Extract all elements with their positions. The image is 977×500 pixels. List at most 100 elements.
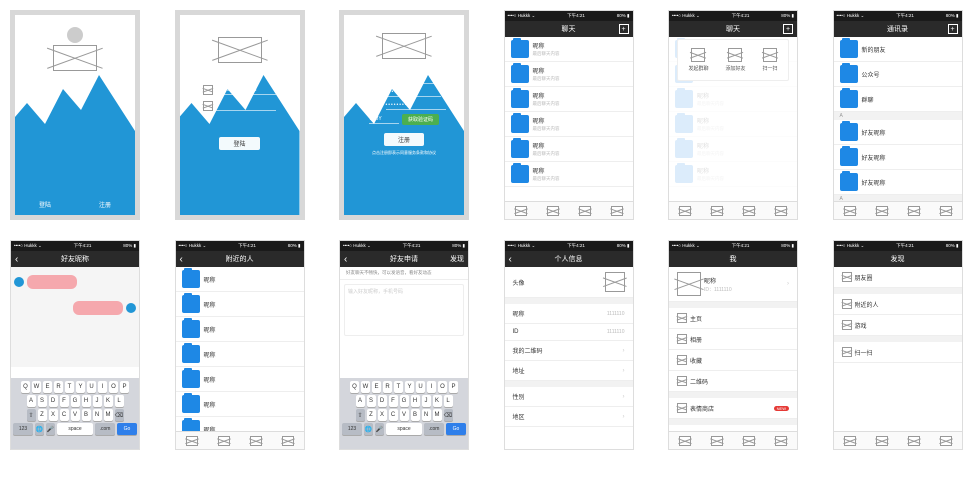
key-E[interactable]: E [43, 381, 52, 393]
chat-list-item[interactable]: 昵称最后聊天内容 [669, 112, 797, 137]
key-go[interactable]: Go [117, 423, 137, 435]
account-field[interactable]: liu3167@163.com [381, 75, 441, 84]
key-delete[interactable]: ⌫ [444, 409, 453, 421]
cell-nearby[interactable]: 附近的人 [834, 294, 962, 315]
nearby-item[interactable]: 昵称 [176, 292, 304, 317]
menu-scan[interactable]: 扫一扫 [762, 48, 777, 72]
key-mic[interactable]: 🎤 [46, 423, 55, 435]
key-globe[interactable]: 🌐 [35, 423, 44, 435]
key-F[interactable]: F [389, 395, 398, 407]
key-N[interactable]: N [422, 409, 431, 421]
confirm-field[interactable]: •••••••• [386, 101, 446, 110]
get-code-button[interactable]: 获取验证码 [402, 114, 439, 125]
key-D[interactable]: D [49, 395, 58, 407]
chat-list-item[interactable]: 昵称最后聊天内容 [505, 37, 633, 62]
key-R[interactable]: R [54, 381, 63, 393]
key-G[interactable]: G [400, 395, 409, 407]
email-field[interactable]: liu3167@163.com [216, 86, 276, 95]
key-V[interactable]: V [71, 409, 80, 421]
key-I[interactable]: I [427, 381, 436, 393]
contacts-top-item[interactable]: 群聊 [834, 87, 962, 112]
key-F[interactable]: F [60, 395, 69, 407]
tab-contacts[interactable] [537, 202, 569, 219]
key-T[interactable]: T [65, 381, 74, 393]
cell-qrcode[interactable]: 二维码 [669, 371, 797, 392]
self-avatar[interactable] [126, 303, 136, 313]
cell-address[interactable]: 地址› [505, 361, 633, 381]
cell-homepage[interactable]: 主页 [669, 308, 797, 329]
key-U[interactable]: U [416, 381, 425, 393]
key-mic[interactable]: 🎤 [375, 423, 384, 435]
key-123[interactable]: 123 [342, 423, 362, 435]
back-button[interactable] [505, 251, 516, 267]
password-field[interactable] [216, 102, 276, 111]
chat-list-item[interactable]: 昵称最后聊天内容 [505, 137, 633, 162]
key-G[interactable]: G [71, 395, 80, 407]
add-icon[interactable] [783, 24, 793, 34]
menu-group-chat[interactable]: 发起群聊 [688, 48, 708, 72]
back-button[interactable] [11, 251, 22, 267]
key-V[interactable]: V [400, 409, 409, 421]
key-C[interactable]: C [389, 409, 398, 421]
key-O[interactable]: O [438, 381, 447, 393]
key-shift[interactable]: ⇧ [356, 409, 365, 421]
chat-list-item[interactable]: 昵称最后聊天内容 [669, 87, 797, 112]
back-button[interactable] [340, 251, 351, 267]
key-K[interactable]: K [104, 395, 113, 407]
key-space[interactable]: space [386, 423, 422, 435]
register-button[interactable]: 注册 [99, 200, 111, 209]
nearby-item[interactable]: 昵称 [176, 392, 304, 417]
password-field[interactable]: •••••••• [381, 88, 441, 97]
key-delete[interactable]: ⌫ [115, 409, 124, 421]
key-L[interactable]: L [444, 395, 453, 407]
friend-avatar[interactable] [14, 277, 24, 287]
tab-chat[interactable] [505, 202, 537, 219]
key-123[interactable]: 123 [13, 423, 33, 435]
key-com[interactable]: .com [424, 423, 444, 435]
cell-moments[interactable]: 朋友圈 [834, 267, 962, 288]
chat-list-item[interactable]: 昵称最后聊天内容 [669, 162, 797, 187]
tab-me[interactable] [601, 202, 633, 219]
key-H[interactable]: H [411, 395, 420, 407]
nearby-item[interactable]: 昵称 [176, 317, 304, 342]
contacts-top-item[interactable]: 新的朋友 [834, 37, 962, 62]
discover-link[interactable]: 发现 [446, 251, 468, 267]
key-P[interactable]: P [449, 381, 458, 393]
chat-list-item[interactable]: 昵称最后聊天内容 [505, 112, 633, 137]
key-E[interactable]: E [372, 381, 381, 393]
chat-area[interactable] [11, 267, 139, 367]
key-Z[interactable]: Z [367, 409, 376, 421]
contact-item[interactable]: 好友昵称 [834, 170, 962, 195]
login-button[interactable]: 登陆 [39, 200, 51, 209]
key-globe[interactable]: 🌐 [364, 423, 373, 435]
key-M[interactable]: M [433, 409, 442, 421]
keyboard[interactable]: QWERTYUIOPASDFGHJKL⇧ZXCVBNM⌫123🌐🎤space.c… [340, 378, 468, 449]
nearby-item[interactable]: 昵称 [176, 267, 304, 292]
key-J[interactable]: J [93, 395, 102, 407]
cell-profile-header[interactable]: 昵称 ID：1111110 › [669, 267, 797, 302]
key-Q[interactable]: Q [350, 381, 359, 393]
captcha-field[interactable]: 7KBY [369, 115, 399, 124]
key-B[interactable]: B [411, 409, 420, 421]
key-O[interactable]: O [109, 381, 118, 393]
key-C[interactable]: C [60, 409, 69, 421]
key-N[interactable]: N [93, 409, 102, 421]
key-K[interactable]: K [433, 395, 442, 407]
key-Q[interactable]: Q [21, 381, 30, 393]
tab-discover[interactable] [569, 202, 601, 219]
key-U[interactable]: U [87, 381, 96, 393]
register-submit-button[interactable]: 注册 [384, 133, 424, 146]
chat-list-item[interactable]: 昵称最后聊天内容 [505, 162, 633, 187]
search-input[interactable]: 输入好友昵称，手机号码 [344, 284, 464, 336]
key-space[interactable]: space [57, 423, 93, 435]
key-D[interactable]: D [378, 395, 387, 407]
cell-games[interactable]: 游戏 [834, 315, 962, 336]
menu-add-friend[interactable]: 添加好友 [725, 48, 745, 72]
key-shift[interactable]: ⇧ [27, 409, 36, 421]
key-X[interactable]: X [49, 409, 58, 421]
key-S[interactable]: S [38, 395, 47, 407]
nearby-item[interactable]: 昵称 [176, 342, 304, 367]
chat-list-item[interactable]: 昵称最后聊天内容 [505, 62, 633, 87]
key-J[interactable]: J [422, 395, 431, 407]
login-submit-button[interactable]: 登陆 [219, 137, 259, 150]
